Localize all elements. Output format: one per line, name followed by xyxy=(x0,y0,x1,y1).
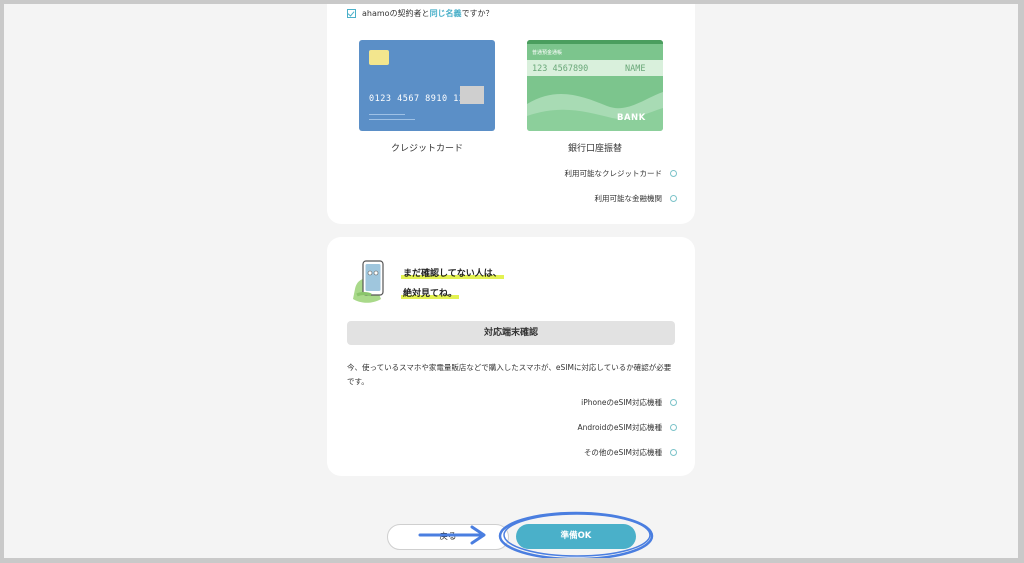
device-check-card: まだ確認してない人は、 絶対見てね。 対応端末確認 今、使っているスマホや家電量… xyxy=(327,237,695,476)
credit-card-caption: クレジットカード xyxy=(390,144,463,154)
link-android-esim[interactable]: AndroidのeSIM対応機種 xyxy=(577,422,677,433)
bank-account-name: NAME xyxy=(625,64,646,74)
credit-card-illustration: 0123 4567 8910 1234 xyxy=(359,40,495,131)
link-label[interactable]: その他のeSIM対応機種 xyxy=(584,447,662,458)
link-label[interactable]: AndroidのeSIM対応機種 xyxy=(577,422,662,433)
question-highlight: 同じ名義 xyxy=(429,9,462,18)
page-frame: ahamoの契約者と同じ名義ですか？ 0123 4567 8910 1234 ク… xyxy=(4,4,1018,558)
bank-book-illustration: 普通預金通帳 123 4567890 NAME BANK xyxy=(527,40,663,131)
headline-line-1: まだ確認してない人は、 xyxy=(401,266,504,279)
name-match-question: ahamoの契約者と同じ名義ですか？ xyxy=(347,8,494,19)
card-hologram-icon xyxy=(460,86,484,104)
external-link-icon xyxy=(670,170,677,177)
bank-caption: 銀行口座振替 xyxy=(567,144,622,154)
back-button[interactable]: 戻る xyxy=(387,524,509,550)
card-line xyxy=(369,119,415,120)
headline-text: 絶対見てね。 xyxy=(401,289,460,299)
question-suffix: ですか？ xyxy=(461,9,494,18)
external-link-icon xyxy=(670,195,677,202)
ready-ok-button[interactable]: 準備OK xyxy=(516,524,636,549)
phone-hand-icon xyxy=(353,260,384,303)
link-financial-institutions[interactable]: 利用可能な金融機関 xyxy=(595,193,677,204)
external-link-icon xyxy=(670,449,677,456)
link-label[interactable]: 利用可能なクレジットカード xyxy=(565,168,663,179)
question-prefix: ahamoの契約者と xyxy=(362,9,430,18)
external-link-icon xyxy=(670,424,677,431)
bank-account-number: 123 4567890 xyxy=(532,64,589,74)
link-label[interactable]: 利用可能な金融機関 xyxy=(595,193,663,204)
external-link-icon xyxy=(670,399,677,406)
card-line xyxy=(369,114,405,115)
payment-card: ahamoの契約者と同じ名義ですか？ 0123 4567 8910 1234 ク… xyxy=(327,4,695,224)
compatible-device-check-button[interactable]: 対応端末確認 xyxy=(347,321,675,345)
bank-book-top xyxy=(527,40,663,44)
bank-wave-icon xyxy=(527,92,663,131)
card-chip-icon xyxy=(369,50,389,65)
link-iphone-esim[interactable]: iPhoneのeSIM対応機種 xyxy=(581,397,677,408)
bank-label: BANK xyxy=(617,113,646,123)
check-icon xyxy=(347,9,356,18)
headline-line-2: 絶対見てね。 xyxy=(401,286,460,299)
link-credit-cards[interactable]: 利用可能なクレジットカード xyxy=(565,168,677,179)
link-label[interactable]: iPhoneのeSIM対応機種 xyxy=(581,397,662,408)
bank-book-header: 普通預金通帳 xyxy=(532,50,563,56)
headline-text: まだ確認してない人は、 xyxy=(401,269,504,279)
esim-description: 今、使っているスマホや家電量販店などで購入したスマホが、eSIMに対応しているか… xyxy=(347,363,672,386)
link-other-esim[interactable]: その他のeSIM対応機種 xyxy=(584,447,677,458)
